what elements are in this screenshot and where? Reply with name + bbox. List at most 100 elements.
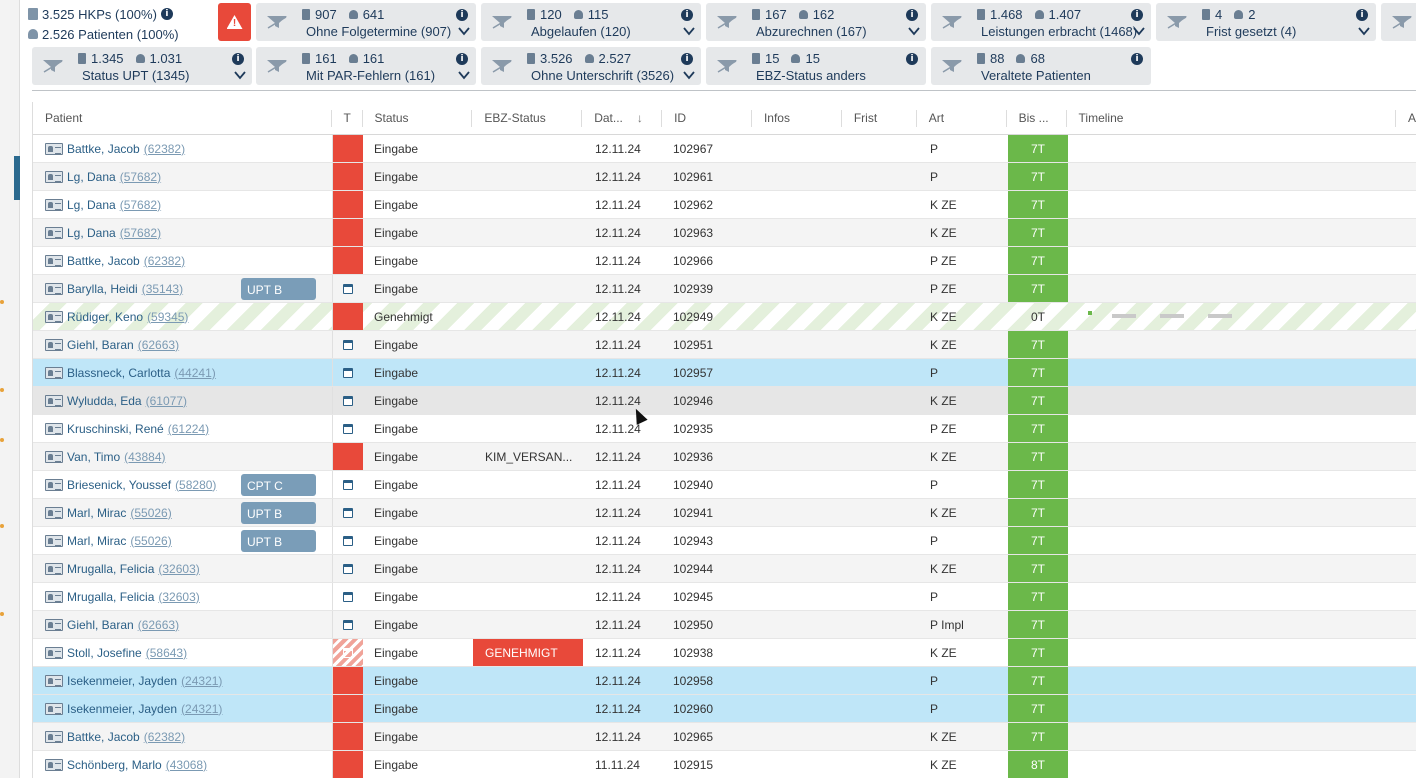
patient-name[interactable]: Battke, Jacob: [67, 135, 140, 162]
chevron-down-icon[interactable]: [683, 25, 695, 36]
col-header-ebz[interactable]: EBZ-Status: [472, 102, 583, 134]
filter-card[interactable]: 15 15 i EBZ-Status anders: [706, 47, 926, 85]
chevron-down-icon[interactable]: [234, 69, 246, 80]
patient-card-icon[interactable]: [45, 254, 63, 267]
status-badge[interactable]: UPT B: [241, 530, 316, 552]
patient-card-icon[interactable]: [45, 730, 63, 743]
patient-card-icon[interactable]: [45, 394, 63, 407]
patient-name[interactable]: Barylla, Heidi: [67, 275, 138, 302]
table-row[interactable]: Barylla, Heidi (35143) UPT B Eingabe 12.11.2…: [33, 275, 1416, 303]
col-header-status[interactable]: Status: [363, 102, 473, 134]
info-icon[interactable]: i: [1131, 53, 1143, 65]
table-row[interactable]: Isekenmeier, Jayden (24321) Eingabe 12.11.2…: [33, 695, 1416, 723]
chevron-down-icon[interactable]: [1358, 25, 1370, 36]
patient-card-icon[interactable]: [45, 338, 63, 351]
filter-funnel-icon[interactable]: [491, 15, 513, 29]
patient-id-link[interactable]: (55026): [130, 499, 171, 526]
patient-id-link[interactable]: (62663): [138, 611, 179, 638]
patient-id-link[interactable]: (55026): [130, 527, 171, 554]
patient-card-icon[interactable]: [45, 758, 63, 771]
filter-funnel-icon[interactable]: [941, 15, 963, 29]
patient-name[interactable]: Stoll, Josefine: [67, 639, 142, 666]
filter-funnel-icon[interactable]: [1391, 15, 1413, 29]
patient-card-icon[interactable]: [45, 366, 63, 379]
patient-name[interactable]: Battke, Jacob: [67, 247, 140, 274]
patient-card-icon[interactable]: [45, 282, 63, 295]
table-row[interactable]: Battke, Jacob (62382) Eingabe 12.11.24 10296…: [33, 135, 1416, 163]
patient-name[interactable]: Mrugalla, Felicia: [67, 555, 154, 582]
patient-name[interactable]: Giehl, Baran: [67, 611, 134, 638]
table-row[interactable]: Van, Timo (43884) Eingabe KIM_VERSAN... 12.1…: [33, 443, 1416, 471]
patient-name[interactable]: Lg, Dana: [67, 163, 116, 190]
col-header-date[interactable]: Dat... ↓: [582, 102, 662, 134]
filter-funnel-icon[interactable]: [1166, 15, 1188, 29]
filter-funnel-icon[interactable]: [266, 59, 288, 73]
patient-card-icon[interactable]: [45, 142, 63, 155]
filter-funnel-icon[interactable]: [716, 59, 738, 73]
table-row[interactable]: Giehl, Baran (62663) Eingabe 12.11.24 102951…: [33, 331, 1416, 359]
patient-card-icon[interactable]: [45, 590, 63, 603]
chevron-down-icon[interactable]: [1133, 25, 1145, 36]
col-header-art[interactable]: Art: [917, 102, 1007, 134]
filter-card[interactable]: 3.526 2.527 i Ohne Unterschrift (3526): [481, 47, 701, 85]
table-row[interactable]: Mrugalla, Felicia (32603) Eingabe 12.11.24 1…: [33, 555, 1416, 583]
patient-id-link[interactable]: (32603): [158, 555, 199, 582]
table-row[interactable]: Lg, Dana (57682) Eingabe 12.11.24 102962 K ZE…: [33, 191, 1416, 219]
patient-card-icon[interactable]: [45, 674, 63, 687]
table-row[interactable]: Lg, Dana (57682) Eingabe 12.11.24 102961 P 7T: [33, 163, 1416, 191]
filter-card[interactable]: 4 2 i Frist gesetzt (4): [1156, 3, 1376, 41]
patient-name[interactable]: Marl, Mirac: [67, 499, 126, 526]
patient-card-icon[interactable]: [45, 170, 63, 183]
patient-name[interactable]: Blassneck, Carlotta: [67, 359, 170, 386]
table-row[interactable]: Isekenmeier, Jayden (24321) Eingabe 12.11.2…: [33, 667, 1416, 695]
patient-name[interactable]: Battke, Jacob: [67, 723, 140, 750]
patient-name[interactable]: Briesenick, Youssef: [67, 471, 171, 498]
filter-card[interactable]: 120 115 i Abgelaufen (120): [481, 3, 701, 41]
patient-card-icon[interactable]: [45, 310, 63, 323]
patient-id-link[interactable]: (58643): [146, 639, 187, 666]
patient-id-link[interactable]: (62382): [144, 723, 185, 750]
filter-card[interactable]: 1.468 1.407 i Leistungen erbracht (1468): [931, 3, 1151, 41]
col-header-patient[interactable]: Patient: [33, 102, 332, 134]
patient-card-icon[interactable]: [45, 506, 63, 519]
col-header-timeline[interactable]: Timeline: [1067, 102, 1397, 134]
table-row[interactable]: Mrugalla, Felicia (32603) Eingabe 12.11.24 1…: [33, 583, 1416, 611]
patient-id-link[interactable]: (62382): [144, 247, 185, 274]
patient-id-link[interactable]: (61224): [168, 415, 209, 442]
patient-card-icon[interactable]: [45, 450, 63, 463]
patient-id-link[interactable]: (57682): [120, 163, 161, 190]
patient-card-icon[interactable]: [45, 646, 63, 659]
filter-funnel-icon[interactable]: [941, 59, 963, 73]
patient-id-link[interactable]: (24321): [181, 667, 222, 694]
patient-name[interactable]: Wyludda, Eda: [67, 387, 142, 414]
patient-name[interactable]: Rüdiger, Keno: [67, 303, 143, 330]
patient-name[interactable]: Isekenmeier, Jayden: [67, 667, 177, 694]
chevron-down-icon[interactable]: [683, 69, 695, 80]
patient-card-icon[interactable]: [45, 422, 63, 435]
info-icon[interactable]: i: [160, 8, 173, 20]
table-row[interactable]: Lg, Dana (57682) Eingabe 12.11.24 102963 K ZE…: [33, 219, 1416, 247]
patient-id-link[interactable]: (57682): [120, 191, 161, 218]
patient-id-link[interactable]: (59345): [147, 303, 188, 330]
col-header-t[interactable]: T: [332, 102, 363, 134]
table-row[interactable]: Wyludda, Eda (61077) Eingabe 12.11.24 102946…: [33, 387, 1416, 415]
table-row[interactable]: Marl, Mirac (55026) UPT B Eingabe 12.11.24 10…: [33, 527, 1416, 555]
chevron-down-icon[interactable]: [458, 25, 470, 36]
table-row[interactable]: Stoll, Josefine (58643) Eingabe GENEHMIGT 12…: [33, 639, 1416, 667]
patient-name[interactable]: Van, Timo: [67, 443, 120, 470]
table-row[interactable]: Rüdiger, Keno (59345) Genehmigt 12.11.24 102…: [33, 303, 1416, 331]
filter-card[interactable]: 907 641 i Ohne Folgetermine (907): [256, 3, 476, 41]
filter-funnel-icon[interactable]: [42, 59, 64, 73]
chevron-down-icon[interactable]: [908, 25, 920, 36]
patient-id-link[interactable]: (44241): [174, 359, 215, 386]
col-header-id[interactable]: ID: [662, 102, 752, 134]
info-icon[interactable]: i: [456, 9, 468, 21]
patient-id-link[interactable]: (24321): [181, 695, 222, 722]
info-icon[interactable]: i: [906, 9, 918, 21]
patient-id-link[interactable]: (58280): [175, 471, 216, 498]
patient-id-link[interactable]: (62382): [144, 135, 185, 162]
table-row[interactable]: Giehl, Baran (62663) Eingabe 12.11.24 102950…: [33, 611, 1416, 639]
info-icon[interactable]: i: [1131, 9, 1143, 21]
info-icon[interactable]: i: [232, 53, 244, 65]
patient-id-link[interactable]: (61077): [146, 387, 187, 414]
